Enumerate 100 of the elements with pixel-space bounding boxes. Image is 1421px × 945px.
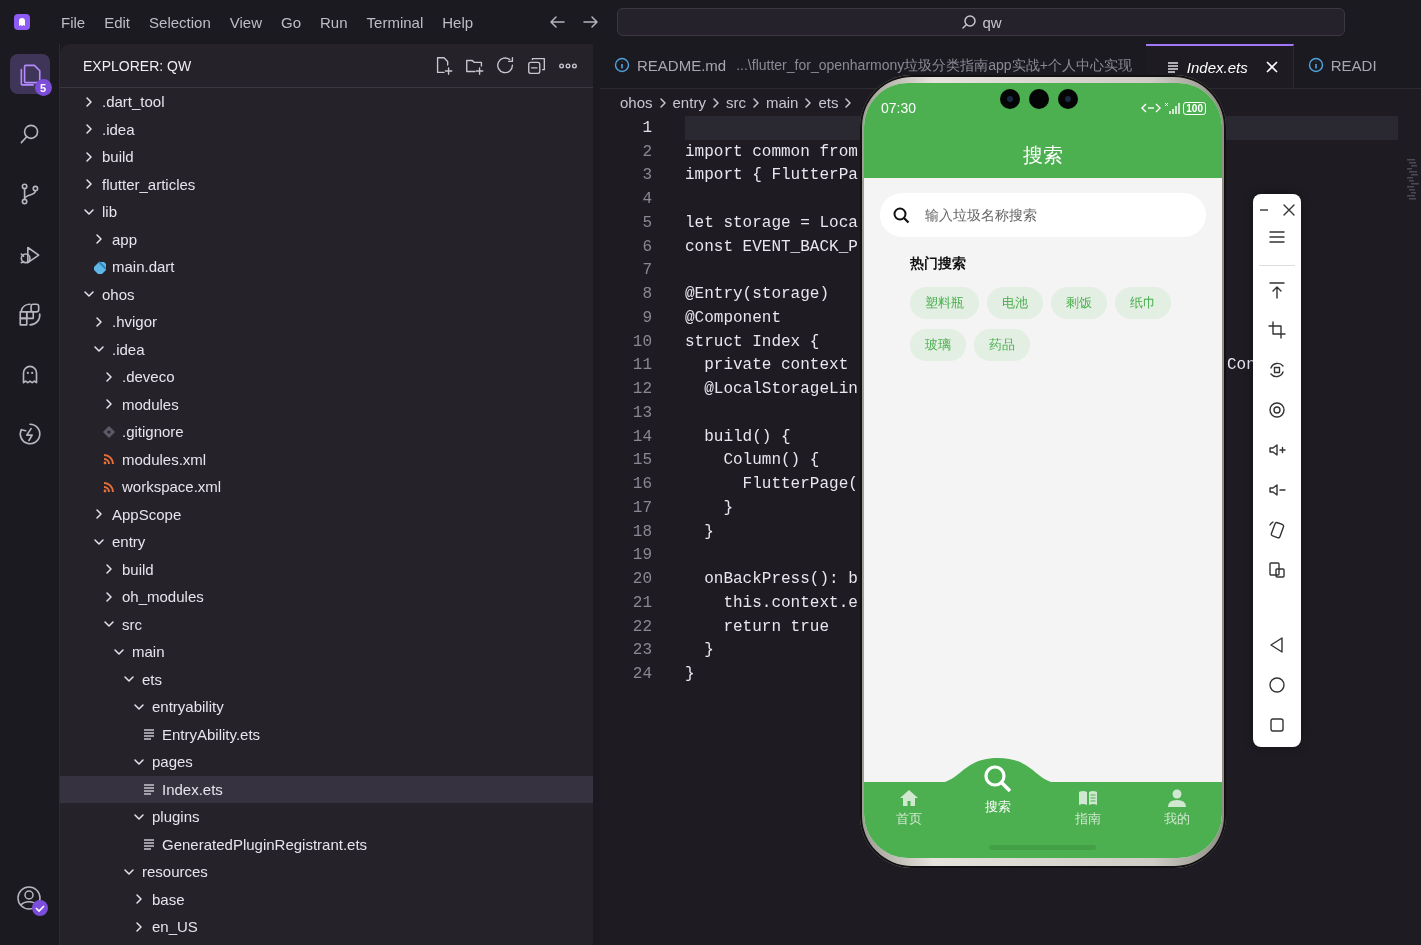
close-icon[interactable] [1283, 204, 1295, 216]
lines-file-icon [142, 837, 156, 852]
code-line: } [685, 665, 695, 684]
tree-item[interactable]: build [60, 143, 593, 171]
code-line: import common from [685, 142, 858, 161]
code-line: @LocalStorageLin [703, 380, 858, 399]
menu-item[interactable]: Edit [96, 9, 139, 35]
tree-item[interactable]: src [60, 610, 593, 638]
code-line: struct Index { [685, 332, 820, 351]
pin-to-top-icon[interactable] [1267, 280, 1287, 300]
line-number: 14 [631, 427, 652, 446]
line-number: 8 [641, 285, 652, 304]
back-arrow-icon[interactable] [548, 13, 567, 31]
tree-item[interactable]: plugins [60, 803, 593, 831]
tree-item[interactable]: flutter_articles [60, 170, 593, 198]
menu-item[interactable]: Terminal [358, 9, 432, 35]
menu-item[interactable]: Help [434, 9, 482, 35]
menu-item[interactable]: View [221, 9, 270, 35]
tree-item[interactable]: .hvigor [60, 308, 593, 336]
tree-item[interactable]: ets [60, 665, 593, 693]
lines-file-icon [1165, 60, 1180, 74]
editor-tab[interactable]: Index.ets [1145, 44, 1294, 88]
line-number: 24 [631, 665, 652, 684]
tree-item[interactable]: main.dart [60, 253, 593, 281]
tree-item[interactable]: GeneratedPluginRegistrant.ets [60, 830, 593, 858]
line-number: 12 [631, 380, 652, 399]
tree-item[interactable]: modules [60, 390, 593, 418]
code-line: FlutterPage( [741, 475, 858, 494]
search-icon [892, 206, 910, 224]
diamond-file-icon [102, 424, 116, 439]
home-icon [898, 788, 919, 808]
code-line: onBackPress(): b [703, 570, 858, 589]
activity-tab[interactable]: 5 [9, 54, 50, 94]
menu-item[interactable]: File [53, 9, 94, 35]
screenshot-icon[interactable] [1267, 400, 1287, 420]
menu-item[interactable]: Run [312, 9, 356, 35]
tree-item[interactable]: .deveco [60, 363, 593, 391]
tree-item[interactable]: ohos [60, 280, 593, 308]
tree-item[interactable]: pages [60, 748, 593, 776]
search-icon [960, 14, 977, 30]
line-number: 13 [631, 403, 652, 422]
rss-file-icon [102, 479, 116, 494]
tree-item[interactable]: .dart_tool [60, 88, 593, 116]
tree-item[interactable]: .idea [60, 115, 593, 143]
app-logo-icon [13, 13, 31, 31]
tree-item[interactable]: .idea [60, 335, 593, 363]
info-icon [1307, 57, 1324, 73]
tree-item[interactable]: Index.ets [60, 775, 593, 803]
line-number: 7 [641, 261, 652, 280]
home-icon[interactable] [1267, 675, 1287, 695]
account-icon[interactable] [16, 885, 49, 917]
breadcrumb-item[interactable]: entry [672, 94, 706, 111]
tree-item[interactable]: en_US [60, 913, 593, 941]
rotate-icon[interactable] [1267, 360, 1287, 380]
tree-item[interactable]: oh_modules [60, 583, 593, 611]
recents-icon[interactable] [1267, 715, 1287, 735]
signal-icon [1164, 102, 1181, 114]
menu-item[interactable]: Selection [141, 9, 219, 35]
command-center[interactable]: qw [617, 8, 1346, 36]
tree-item[interactable]: .gitignore [60, 418, 593, 446]
tree-item[interactable]: lib [60, 198, 593, 226]
lightning-icon [16, 421, 43, 447]
tree-item[interactable]: base [60, 885, 593, 913]
breadcrumb-item[interactable]: main [765, 94, 799, 111]
line-number: 16 [631, 475, 652, 494]
tree-item[interactable]: workspace.xml [60, 473, 593, 501]
code-line: this.context.e [722, 593, 858, 612]
tree-item[interactable]: entryability [60, 693, 593, 721]
section-heading: 热门搜索 [910, 255, 967, 273]
book-icon [1077, 788, 1098, 808]
multi-screen-icon[interactable] [1267, 560, 1287, 580]
tree-item[interactable]: modules.xml [60, 445, 593, 473]
tree-item[interactable]: app [60, 225, 593, 253]
line-number: 11 [631, 356, 652, 375]
tree-item[interactable]: AppScope [60, 500, 593, 528]
info-icon [614, 57, 630, 73]
breadcrumb-item[interactable]: ohos [620, 94, 653, 111]
page-title: 搜索 [1022, 142, 1064, 169]
code-line: let storage = Loca [685, 213, 858, 232]
breadcrumb-item[interactable]: src [725, 94, 746, 111]
editor-tab[interactable]: README.md ...\flutter_for_openharmony垃圾分类指南app实战+个人中心实现 [600, 44, 1146, 74]
rss-file-icon [102, 452, 116, 467]
line-number: 18 [631, 522, 652, 541]
tree-item[interactable]: main [60, 638, 593, 666]
code-line: private context [703, 356, 849, 375]
search-field[interactable]: 输入垃圾名称搜索 [880, 193, 1206, 237]
code-line: build() { [703, 427, 791, 446]
crop-icon[interactable] [1267, 320, 1287, 340]
line-number: 23 [631, 641, 652, 660]
forward-arrow-icon[interactable] [582, 13, 601, 31]
lines-file-icon [142, 782, 156, 797]
tree-item[interactable]: EntryAbility.ets [60, 720, 593, 748]
tree-item[interactable]: build [60, 555, 593, 583]
breadcrumb-item[interactable]: ets [818, 94, 839, 111]
tree-item[interactable]: resources [60, 858, 593, 886]
tree-item[interactable]: entry [60, 528, 593, 556]
rotate-device-icon[interactable] [1267, 520, 1287, 540]
line-number: 10 [631, 332, 652, 351]
editor-tab[interactable]: READI [1293, 44, 1391, 74]
menu-item[interactable]: Go [273, 9, 309, 35]
